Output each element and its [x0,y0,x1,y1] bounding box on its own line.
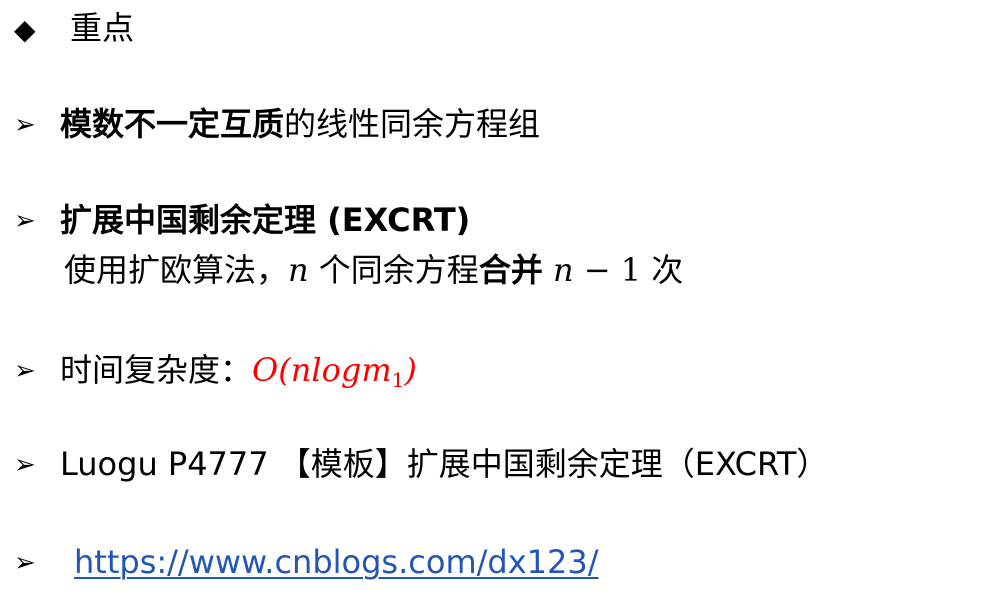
math-expression: − 1 [573,251,642,289]
arrow-bullet-icon: ➢ [14,110,36,140]
arrow-bullet-icon: ➢ [14,206,36,236]
detail-mid: 个同余方程 [308,251,479,289]
list-item-modulus: ➢ 模数不一定互质的线性同余方程组 [14,104,540,145]
diamond-bullet-icon: ◆ [14,13,36,46]
complexity-label: 时间复杂度： [60,351,253,389]
formula-main: O(nlogm [252,351,392,389]
arrow-bullet-icon: ➢ [14,356,36,386]
heading: ◆ 重点 [14,8,134,50]
formula-close: ) [404,351,417,389]
arrow-bullet-icon: ➢ [14,450,36,480]
item-text: 的线性同余方程组 [284,105,541,143]
complexity-formula: O(nlogm1) [252,351,417,392]
list-item-problem: ➢ Luogu P4777 【模板】扩展中国剩余定理（EXCRT） [14,444,828,485]
detail-prefix: 使用扩欧算法， [64,251,289,289]
math-variable: n [553,251,574,289]
formula-subscript: 1 [391,368,405,392]
math-variable: n [288,251,309,289]
list-item-complexity: ➢ 时间复杂度：O(nlogm1) [14,350,417,400]
heading-title: 重点 [70,9,135,47]
item-bold-text: 扩展中国剩余定理 (EXCRT) [60,201,471,239]
arrow-bullet-icon: ➢ [14,548,36,578]
item-bold-text: 模数不一定互质 [60,105,285,143]
detail-bold: 合并 [478,251,543,289]
blog-link[interactable]: https://www.cnblogs.com/dx123/ [74,543,599,581]
list-item-excrt-detail: 使用扩欧算法，n 个同余方程合并 n − 1 次 [64,250,683,290]
list-item-link: ➢ https://www.cnblogs.com/dx123/ [14,542,599,583]
detail-suffix: 次 [641,251,684,289]
problem-text: Luogu P4777 【模板】扩展中国剩余定理（EXCRT） [60,445,829,483]
list-item-excrt: ➢ 扩展中国剩余定理 (EXCRT) [14,200,470,241]
